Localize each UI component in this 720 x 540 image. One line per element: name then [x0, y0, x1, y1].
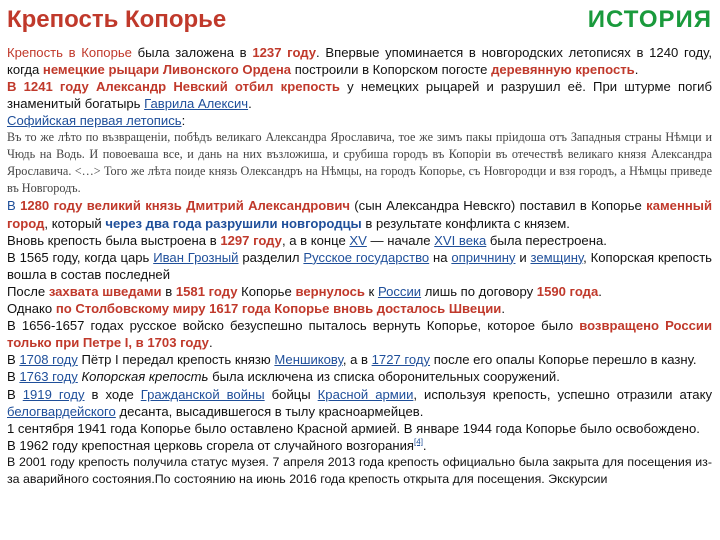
- text: Копорье: [237, 283, 296, 299]
- text: , а в: [342, 352, 372, 368]
- stolbovo-treaty: по Столбовскому миру 1617 года Копорье в…: [55, 301, 502, 317]
- article-body: Крепость в Копорье была заложена в 1237 …: [7, 44, 712, 488]
- year-1297: 1297 году: [220, 232, 282, 248]
- year-1581: 1581 году: [175, 283, 238, 299]
- paragraph-2001: В 2001 году крепость получила статус муз…: [7, 454, 712, 486]
- text: в результате конфликта с князем.: [361, 215, 570, 231]
- link-oprichnina[interactable]: опричнину: [451, 250, 515, 265]
- section-title: ИСТОРИЯ: [587, 6, 712, 33]
- link-russia[interactable]: России: [378, 284, 421, 299]
- text: .: [501, 301, 505, 317]
- paragraph-1708: В 1708 году Пётр I передал крепость княз…: [7, 351, 712, 368]
- wooden-fortress: деревянную крепость: [491, 62, 635, 78]
- text: , который: [44, 215, 106, 231]
- text: :: [181, 113, 186, 129]
- text: была заложена в: [131, 45, 253, 60]
- link-russian-state[interactable]: Русское государство: [303, 250, 429, 265]
- dmitry-highlight: 1280 году великий князь Дмитрий Александ…: [20, 198, 350, 214]
- link-civil-war[interactable]: Гражданской войны: [141, 387, 265, 402]
- text: после его опалы Копорье перешло в казну.: [430, 352, 697, 368]
- text: лишь по договору: [421, 283, 537, 299]
- text: В: [7, 369, 20, 385]
- novgorod-destroyed: через два года разрушили новгородцы: [105, 215, 362, 231]
- year-1237: 1237 году: [252, 45, 317, 60]
- link-white-guard[interactable]: белогвардейского: [7, 404, 116, 419]
- text: к: [364, 283, 378, 299]
- text: В: [7, 352, 20, 368]
- text: , а в конце: [281, 232, 350, 248]
- paragraph-1941: 1 сентября 1941 года Копорье было оставл…: [7, 420, 700, 436]
- link-gavrila-aleksich[interactable]: Гаврила Алексич: [144, 96, 248, 111]
- text: Однако: [7, 301, 56, 317]
- text: была исключена из списка оборонительных …: [208, 369, 560, 385]
- text: , используя крепость, успешно отразили а…: [413, 386, 712, 402]
- slide-header: Крепость Копорье ИСТОРИЯ: [0, 0, 720, 44]
- text: в ходе: [84, 386, 141, 402]
- link-1708[interactable]: 1708 году: [19, 352, 77, 367]
- paragraph-1617: Однако по Столбовскому миру 1617 года Ко…: [7, 300, 712, 317]
- text: Пётр I передал крепость князю: [77, 352, 275, 368]
- link-menshikov[interactable]: Меншикову: [274, 352, 342, 367]
- link-1727[interactable]: 1727 году: [372, 352, 430, 367]
- text: В 1962 году крепостная церковь сгорела о…: [7, 437, 415, 453]
- link-1763[interactable]: 1763 году: [19, 369, 77, 384]
- paragraph-founding: Крепость в Копорье была заложена в 1237 …: [7, 44, 712, 78]
- paragraph-1962: В 1962 году крепостная церковь сгорела о…: [7, 437, 712, 454]
- link-15th-century[interactable]: XV: [349, 233, 366, 248]
- text: в: [161, 283, 176, 299]
- text: .: [634, 62, 639, 78]
- page-title: Крепость Копорье: [7, 6, 227, 33]
- text: В 1656-1657 годах русское войско безуспе…: [7, 318, 580, 334]
- returned: вернулось: [295, 283, 365, 299]
- text: была перестроена.: [486, 232, 607, 248]
- text: .: [208, 335, 213, 351]
- paragraph-1763: В 1763 году Копорская крепость была искл…: [7, 368, 712, 385]
- link-16th-century[interactable]: XVI века: [434, 233, 486, 248]
- link-red-army[interactable]: Красной армии: [318, 387, 414, 402]
- chronicle-quote: Въ то же лѣто по възвращеніи, побѣдъ вел…: [7, 130, 712, 196]
- swedish-capture: захвата шведами: [48, 283, 162, 299]
- nevsky-highlight: В 1241 году Александр Невский отбил креп…: [7, 79, 340, 95]
- text: разделил: [238, 249, 304, 265]
- text: После: [7, 283, 49, 299]
- livonian-order: немецкие рыцари Ливонского Ордена: [42, 62, 292, 78]
- paragraph-nevsky: В 1241 году Александр Невский отбил креп…: [7, 78, 712, 112]
- text: на: [429, 249, 452, 265]
- text: В 1565 году, когда царь: [7, 249, 154, 265]
- year-1590: 1590 года: [536, 283, 599, 299]
- text: бойцы: [264, 386, 318, 402]
- paragraph-1297: Вновь крепость была выстроена в 1297 год…: [7, 232, 712, 249]
- text: Копорская крепость: [77, 369, 209, 385]
- text: десанта, высадившегося в тылу красноарме…: [115, 403, 424, 419]
- link-1919[interactable]: 1919 году: [23, 387, 85, 402]
- text: В: [7, 386, 23, 402]
- footnote-link[interactable]: [4]: [414, 437, 423, 446]
- text: . Впервые упоминается в новгородских лет…: [316, 45, 709, 60]
- fortress-name: Крепость в Копорье: [7, 45, 132, 60]
- text: построили в Копорском погосте: [291, 62, 492, 78]
- text: (сын Александра Невскго) поставил в Копо…: [349, 198, 647, 214]
- link-sofia-chronicle[interactable]: Софийская первая летопись: [7, 113, 182, 128]
- text: .: [598, 283, 602, 299]
- paragraph-1581: После захвата шведами в 1581 году Копорь…: [7, 283, 712, 300]
- text: В: [7, 198, 21, 214]
- link-ivan-grozny[interactable]: Иван Грозный: [153, 250, 238, 265]
- paragraph-chronicle-ref: Софийская первая летопись:: [7, 112, 712, 129]
- text: .: [422, 437, 427, 453]
- paragraph-1280: В 1280 году великий князь Дмитрий Алекса…: [7, 197, 712, 231]
- text: — начале: [366, 232, 435, 248]
- paragraph-1703: В 1656-1657 годах русское войско безуспе…: [7, 317, 712, 351]
- paragraph-1919: В 1919 году в ходе Гражданской войны бой…: [7, 386, 712, 420]
- text: .: [248, 96, 252, 112]
- link-zemshchina[interactable]: земщину: [530, 250, 583, 265]
- text: и: [515, 249, 531, 265]
- paragraph-1565: В 1565 году, когда царь Иван Грозный раз…: [7, 249, 712, 283]
- text: Вновь крепость была выстроена в: [7, 232, 221, 248]
